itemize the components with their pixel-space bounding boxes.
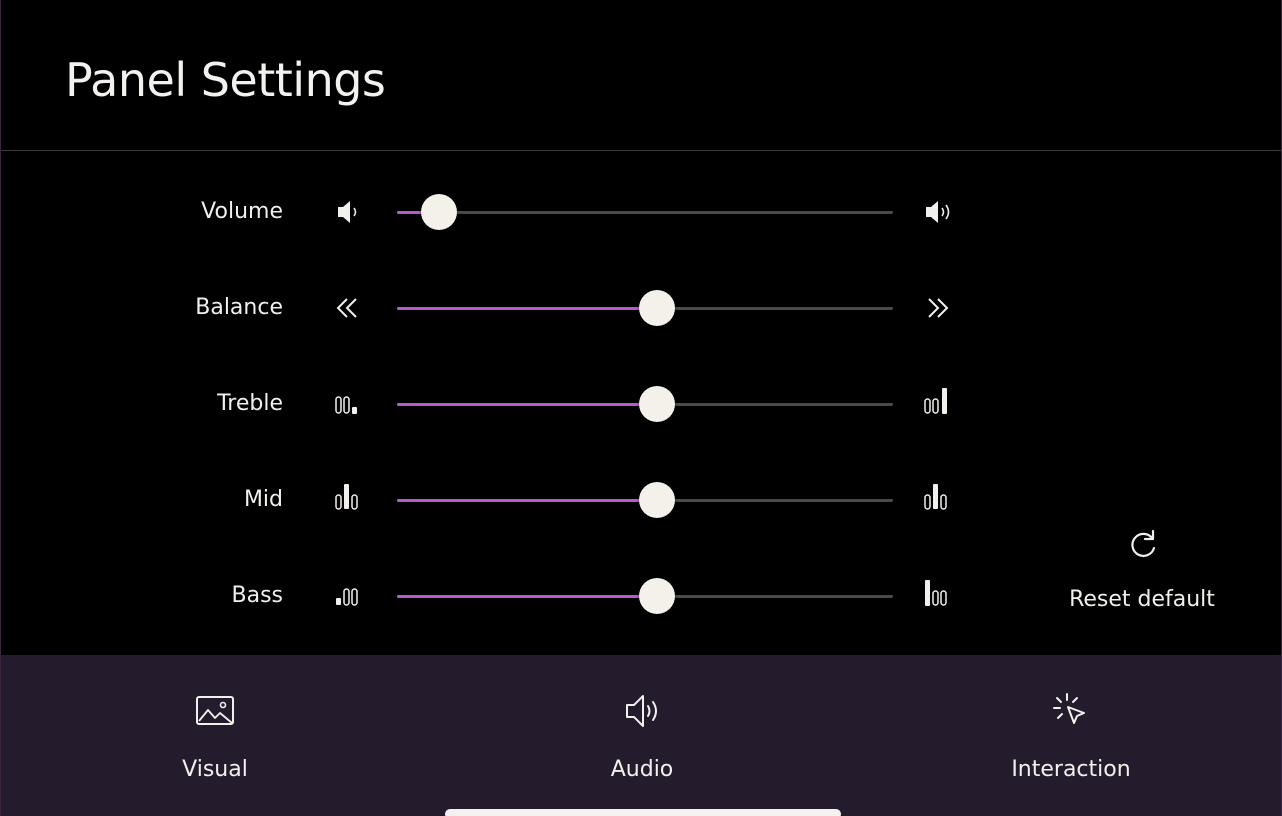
treble-low-icon[interactable] (329, 386, 369, 422)
tab-interaction[interactable]: Interaction (971, 655, 1171, 816)
reset-default-button[interactable]: Reset default (1061, 520, 1223, 620)
bass-low-icon[interactable] (329, 578, 369, 614)
treble-row: Treble (1, 374, 1001, 434)
balance-slider-thumb[interactable] (639, 290, 675, 326)
speaker-icon (622, 691, 662, 731)
chevron-double-left-icon[interactable] (329, 290, 369, 326)
bass-slider[interactable] (397, 578, 893, 614)
tab-visual-label: Visual (182, 757, 248, 782)
balance-row: Balance (1, 278, 1001, 338)
image-icon (195, 691, 235, 731)
tab-audio-label: Audio (610, 757, 674, 782)
volume-slider-thumb[interactable] (421, 194, 457, 230)
home-indicator[interactable] (445, 809, 841, 816)
volume-high-icon[interactable] (917, 194, 957, 230)
mid-slider-fill (397, 499, 645, 502)
bottom-tab-bar: Visual Audio Interaction (1, 655, 1281, 816)
mid-slider-thumb[interactable] (639, 482, 675, 518)
treble-label: Treble (217, 391, 283, 416)
treble-slider[interactable] (397, 386, 893, 422)
tab-visual[interactable]: Visual (115, 655, 315, 816)
bass-label: Bass (231, 583, 284, 608)
volume-label: Volume (201, 199, 283, 224)
balance-slider[interactable] (397, 290, 893, 326)
bass-row: Bass (1, 566, 1001, 626)
volume-slider-track (397, 211, 893, 214)
tab-interaction-label: Interaction (1011, 757, 1131, 782)
bass-high-icon[interactable] (917, 578, 957, 614)
volume-slider[interactable] (397, 194, 893, 230)
balance-label: Balance (195, 295, 283, 320)
page-title: Panel Settings (65, 53, 386, 107)
treble-slider-fill (397, 403, 645, 406)
balance-slider-fill (397, 307, 645, 310)
tab-audio[interactable]: Audio (542, 655, 742, 816)
chevron-double-right-icon[interactable] (917, 290, 957, 326)
pointer-click-icon (1051, 691, 1091, 731)
bass-slider-thumb[interactable] (639, 578, 675, 614)
reset-default-label: Reset default (1069, 587, 1215, 612)
refresh-icon (1124, 526, 1162, 564)
mid-high-icon[interactable] (917, 482, 957, 518)
mid-low-icon[interactable] (329, 482, 369, 518)
bass-slider-fill (397, 595, 645, 598)
treble-slider-thumb[interactable] (639, 386, 675, 422)
mid-row: Mid (1, 470, 1001, 530)
treble-high-icon[interactable] (917, 386, 957, 422)
header: Panel Settings (1, 0, 1281, 151)
volume-row: Volume (1, 182, 1001, 242)
settings-panel: Panel Settings Volume Balance Treble Mid… (0, 0, 1282, 816)
volume-low-icon[interactable] (329, 194, 369, 230)
mid-slider[interactable] (397, 482, 893, 518)
mid-label: Mid (243, 487, 283, 512)
